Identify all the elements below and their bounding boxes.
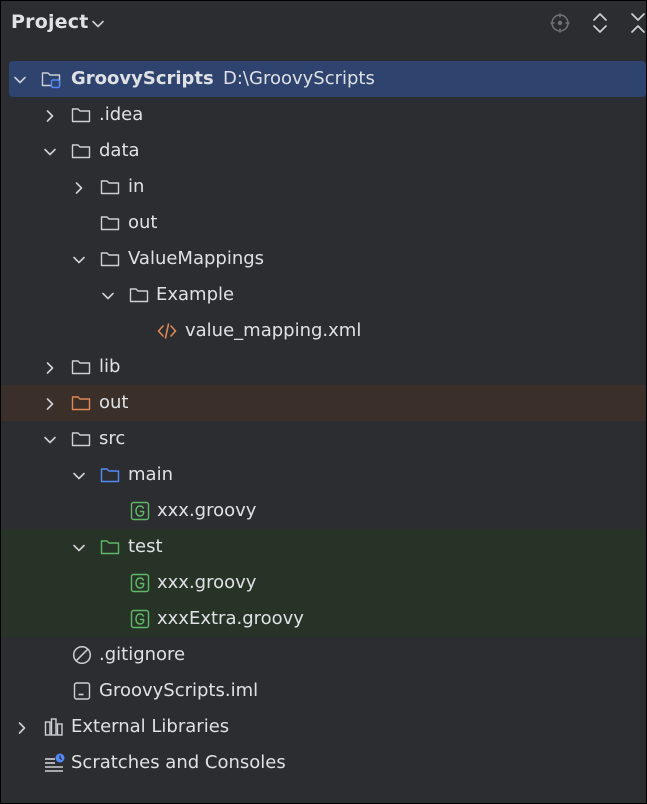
test-folder-icon — [100, 537, 120, 557]
chevron-down-icon[interactable] — [101, 288, 115, 302]
ignored-file-icon — [72, 645, 92, 665]
tree-row-value-mappings[interactable]: ValueMappings — [1, 241, 646, 277]
tree-label-value-mappings: ValueMappings — [128, 248, 265, 269]
project-tool-window: Project GroovyScripts D:\GroovyScripts .… — [0, 0, 647, 804]
tree-row-example[interactable]: Example — [1, 277, 646, 313]
folder-icon — [71, 141, 91, 161]
expand-all-icon[interactable] — [589, 12, 611, 34]
project-tree: GroovyScripts D:\GroovyScripts .idea dat… — [1, 61, 646, 781]
collapse-all-icon[interactable] — [627, 12, 646, 34]
excluded-folder-icon — [71, 393, 91, 413]
tree-label-test: test — [128, 536, 163, 557]
tree-label-test-xxx-groovy: xxx.groovy — [157, 572, 257, 593]
tree-label-iml: GroovyScripts.iml — [99, 680, 259, 701]
locate-icon[interactable] — [549, 12, 571, 34]
tree-label-lib: lib — [99, 356, 121, 377]
tree-row-data[interactable]: data — [1, 133, 646, 169]
folder-icon — [71, 105, 91, 125]
libraries-icon — [44, 717, 64, 737]
groovy-icon — [130, 501, 150, 521]
tree-row-main[interactable]: main — [1, 457, 646, 493]
tree-path-root: D:\GroovyScripts — [223, 68, 375, 89]
tree-row-main-xxx-groovy[interactable]: xxx.groovy — [1, 493, 646, 529]
chevron-down-icon[interactable] — [72, 540, 86, 554]
tree-label-out: out — [99, 392, 129, 413]
folder-icon — [71, 357, 91, 377]
folder-icon — [71, 429, 91, 449]
tree-label-gitignore: .gitignore — [99, 644, 186, 665]
tree-row-test[interactable]: test — [1, 529, 646, 565]
chevron-down-icon[interactable] — [43, 432, 57, 446]
folder-icon — [100, 177, 120, 197]
tree-row-test-xxx-groovy[interactable]: xxx.groovy — [1, 565, 646, 601]
tree-row-data-in[interactable]: in — [1, 169, 646, 205]
tree-label-idea: .idea — [99, 104, 144, 125]
source-folder-icon — [100, 465, 120, 485]
panel-title[interactable]: Project — [11, 11, 89, 33]
chevron-right-icon[interactable] — [43, 108, 57, 122]
chevron-down-icon[interactable] — [72, 252, 86, 266]
tree-label-root: GroovyScripts — [71, 68, 214, 89]
chevron-down-icon[interactable] — [13, 72, 27, 86]
tree-label-example: Example — [156, 284, 235, 305]
chevron-right-icon[interactable] — [15, 720, 29, 734]
groovy-icon — [130, 609, 150, 629]
tree-row-iml[interactable]: GroovyScripts.iml — [1, 673, 646, 709]
tree-label-main-xxx-groovy: xxx.groovy — [157, 500, 257, 521]
chevron-right-icon[interactable] — [43, 360, 57, 374]
groovy-icon — [130, 573, 150, 593]
tree-row-value-mapping-xml[interactable]: value_mapping.xml — [1, 313, 646, 349]
folder-icon — [100, 249, 120, 269]
chevron-down-icon[interactable] — [91, 16, 105, 30]
scratches-icon — [44, 753, 65, 773]
tree-row-out[interactable]: out — [1, 385, 646, 421]
tree-row-src[interactable]: src — [1, 421, 646, 457]
tree-row-scratches[interactable]: Scratches and Consoles — [1, 745, 646, 781]
tree-row-external-libraries[interactable]: External Libraries — [1, 709, 646, 745]
folder-icon — [129, 285, 149, 305]
tree-row-lib[interactable]: lib — [1, 349, 646, 385]
tree-row-idea[interactable]: .idea — [1, 97, 646, 133]
chevron-down-icon[interactable] — [43, 144, 57, 158]
tree-row-data-out[interactable]: out — [1, 205, 646, 241]
tree-label-main: main — [128, 464, 173, 485]
folder-icon — [100, 213, 120, 233]
tree-label-test-xxx-extra-groovy: xxxExtra.groovy — [157, 608, 304, 629]
tree-label-scratches: Scratches and Consoles — [71, 752, 286, 773]
tree-row-gitignore[interactable]: .gitignore — [1, 637, 646, 673]
tool-window-header: Project — [1, 1, 646, 45]
chevron-down-icon[interactable] — [72, 468, 86, 482]
tree-label-value-mapping-xml: value_mapping.xml — [185, 320, 362, 341]
tree-row-test-xxx-extra-groovy[interactable]: xxxExtra.groovy — [1, 601, 646, 637]
module-folder-icon — [41, 69, 61, 89]
tree-label-data-in: in — [128, 176, 145, 197]
tree-label-data-out: out — [128, 212, 158, 233]
tree-label-external-libraries: External Libraries — [71, 716, 230, 737]
chevron-right-icon[interactable] — [43, 396, 57, 410]
tree-row-root[interactable]: GroovyScripts D:\GroovyScripts — [9, 61, 646, 97]
tree-label-src: src — [99, 428, 126, 449]
iml-file-icon — [72, 681, 92, 701]
xml-icon — [157, 321, 177, 341]
tree-label-data: data — [99, 140, 140, 161]
chevron-right-icon[interactable] — [72, 180, 86, 194]
